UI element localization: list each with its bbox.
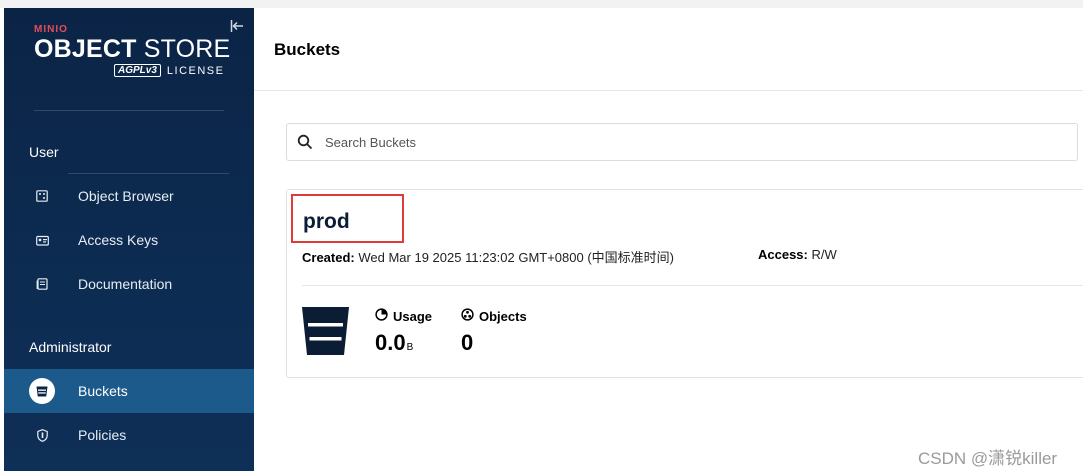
bucket-large-icon [302,307,349,360]
section-administrator: Administrator [29,339,112,355]
sidebar-item-buckets[interactable]: Buckets [4,369,254,413]
policies-icon [34,427,50,443]
sidebar-item-label: Documentation [78,276,173,292]
usage-icon [375,308,388,324]
logo-license: AGPLv3 LICENSE [114,64,230,77]
logo-object: OBJECT [34,35,137,63]
usage-label: Usage [393,308,433,324]
bucket-icon [29,378,55,404]
bucket-card[interactable]: prod Created: Wed Mar 19 2025 11:23:02 G… [286,189,1083,378]
watermark: CSDN @潇锐killer [918,449,1058,468]
search-bar[interactable] [286,123,1078,161]
highlight-box [291,194,404,243]
access-value: R/W [811,247,837,262]
sidebar-item-label: Object Browser [78,188,174,204]
sidebar-item-label: Buckets [78,383,128,399]
usage-unit: B [406,342,414,353]
sidebar-item-policies[interactable]: Policies [4,413,254,457]
object-browser-icon [34,188,50,204]
objects-label: Objects [479,308,527,324]
access-label: Access: [758,247,808,262]
created-value: Wed Mar 19 2025 11:23:02 GMT+0800 (中国标准时… [358,250,674,265]
created-label: Created: [302,250,355,265]
sidebar-item-access-keys[interactable]: Access Keys [4,218,254,262]
page-title: Buckets [274,40,341,59]
sidebar-divider [34,110,224,111]
access-keys-icon [34,232,50,248]
sidebar-item-label: Access Keys [78,232,159,248]
bucket-access: Access: R/W [758,247,837,262]
sidebar-item-documentation[interactable]: Documentation [4,262,254,306]
search-input[interactable] [323,133,1027,151]
logo-minio: MINIO [34,24,68,35]
top-strip [0,0,1083,8]
objects-icon [461,308,474,324]
usage-stat: Usage 0.0B [375,308,432,356]
objects-stat: Objects 0 [461,308,527,356]
sidebar: MINIO OBJECT STORE AGPLv3 LICENSE User O… [4,8,254,471]
search-icon [297,134,313,150]
logo: MINIO OBJECT STORE AGPLv3 LICENSE [34,24,230,77]
objects-value: 0 [461,330,474,355]
sidebar-item-label: Policies [78,427,127,443]
card-divider [302,285,1083,286]
page-header: Buckets [254,8,1083,91]
collapse-left-icon[interactable] [230,20,244,35]
sidebar-item-object-browser[interactable]: Object Browser [4,174,254,218]
bucket-created: Created: Wed Mar 19 2025 11:23:02 GMT+08… [302,247,674,266]
logo-store: STORE [136,35,231,63]
license-label: LICENSE [166,64,225,77]
logo-title: OBJECT STORE [34,36,230,62]
agpl-badge: AGPLv3 [114,64,161,77]
usage-value: 0.0 [375,330,406,355]
documentation-icon [34,276,50,292]
section-user: User [29,144,59,160]
